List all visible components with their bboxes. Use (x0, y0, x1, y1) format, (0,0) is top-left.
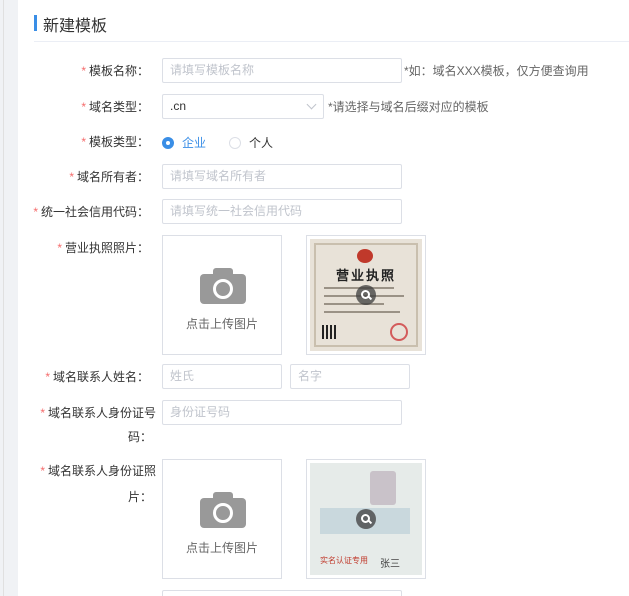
camera-icon (200, 268, 246, 304)
license-photo-label: * 营业执照照片： (57, 241, 149, 255)
id-stamp-text: 实名认证专用 (320, 556, 368, 565)
radio-unchecked-icon (229, 136, 241, 149)
qr-code-icon (322, 325, 336, 339)
contact-given-name-input[interactable]: 名字 (290, 364, 410, 389)
radio-checked-icon (162, 136, 174, 149)
zoom-icon[interactable] (356, 509, 376, 529)
domain-type-hint: *请选择与域名后缀对应的模板 (328, 100, 489, 114)
title-divider (34, 41, 629, 42)
contact-id-number-label-cont: 码： (128, 430, 153, 444)
contact-surname-input[interactable]: 姓氏 (162, 364, 282, 389)
contact-name-label: * 域名联系人姓名： (45, 370, 149, 384)
seal-icon (390, 323, 408, 341)
camera-icon (200, 492, 246, 528)
contact-id-number-label: * 域名联系人身份证号 (40, 406, 156, 420)
id-signature: 张三 (380, 559, 400, 570)
upload-text: 点击上传图片 (185, 541, 258, 555)
emblem-icon (357, 249, 373, 263)
template-type-label: * 模板类型： (81, 135, 149, 149)
title-accent-bar (34, 15, 37, 31)
template-name-hint: *如：域名XXX模板，仅方便查询用 (404, 64, 589, 78)
domain-type-label: * 域名类型： (81, 100, 149, 114)
contact-id-photo-label: * 域名联系人身份证照 (40, 464, 156, 478)
id-card-image: 实名认证专用 张三 (310, 463, 422, 575)
left-gutter (0, 0, 18, 596)
license-upload-button[interactable]: 点击上传图片 (162, 235, 282, 355)
contact-id-number-input[interactable]: 身份证号码 (162, 400, 402, 425)
license-image: 营业执照 (310, 239, 422, 351)
license-image-title: 营业执照 (335, 269, 396, 284)
domain-owner-input[interactable]: 请填写域名所有者 (162, 164, 402, 189)
domain-owner-label: * 域名所有者： (69, 170, 149, 184)
domain-type-value: .cn (170, 99, 187, 113)
portrait-icon (370, 471, 396, 505)
credit-code-label: * 统一社会信用代码： (33, 205, 149, 219)
contact-id-photo-label-cont: 片： (128, 490, 153, 504)
zoom-icon[interactable] (356, 285, 376, 305)
template-name-label: * 模板名称： (81, 64, 149, 78)
radio-individual[interactable]: 个人 (229, 134, 273, 151)
next-field-input[interactable] (162, 590, 402, 596)
domain-type-select[interactable]: .cn (162, 94, 324, 119)
id-photo-upload-button[interactable]: 点击上传图片 (162, 459, 282, 579)
page-title: 新建模板 (43, 18, 108, 35)
radio-enterprise[interactable]: 企业 (162, 134, 206, 151)
form-panel: 新建模板 * 模板名称： 请填写模板名称 *如：域名XXX模板，仅方便查询用 * 域… (18, 0, 629, 596)
upload-text: 点击上传图片 (185, 317, 258, 331)
chevron-down-icon (306, 99, 317, 110)
id-photo-thumbnail[interactable]: 实名认证专用 张三 (306, 459, 426, 579)
license-thumbnail[interactable]: 营业执照 (306, 235, 426, 355)
template-name-input[interactable]: 请填写模板名称 (162, 58, 402, 83)
credit-code-input[interactable]: 请填写统一社会信用代码 (162, 199, 402, 224)
